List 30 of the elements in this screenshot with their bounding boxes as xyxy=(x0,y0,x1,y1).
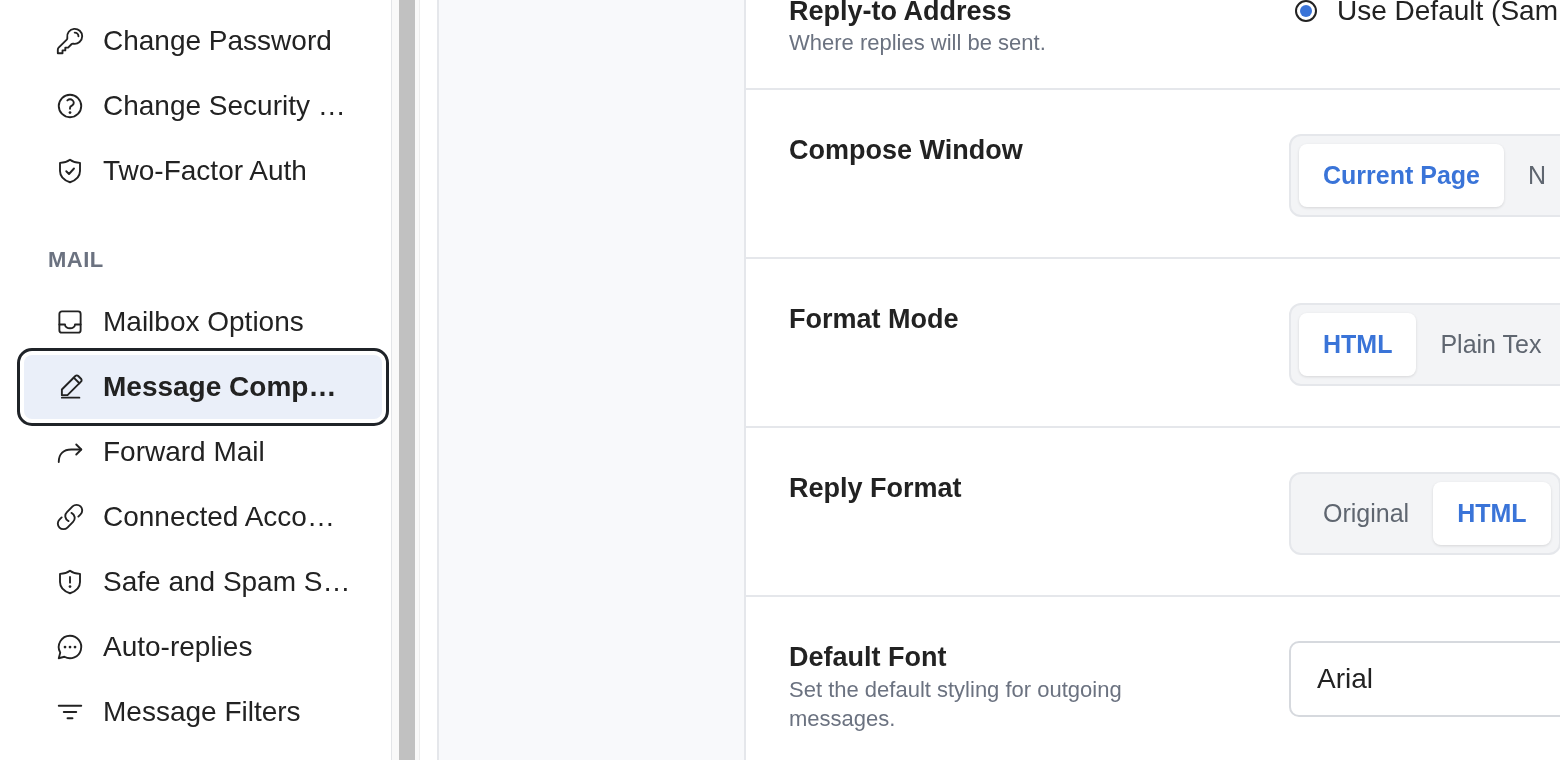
question-circle-icon xyxy=(55,91,85,121)
setting-title: Reply Format xyxy=(789,472,963,505)
segment-button[interactable]: N xyxy=(1504,144,1560,207)
key-icon xyxy=(55,26,85,56)
sidebar-item[interactable]: Mailbox Options xyxy=(24,290,382,354)
segment-button[interactable]: Current Page xyxy=(1299,144,1504,207)
sidebar-item[interactable]: Change Security … xyxy=(24,74,382,138)
section-heading: MAIL xyxy=(48,246,105,274)
setting-title: Default Font xyxy=(789,641,948,674)
scrollbar-thumb[interactable] xyxy=(399,0,415,760)
sidebar-item[interactable]: Safe and Spam S… xyxy=(24,550,382,614)
setting-description: Set the default styling for outgoing messages. xyxy=(789,676,1123,733)
sidebar-item[interactable]: Connected Acco… xyxy=(24,485,382,549)
sidebar-item[interactable]: Forward Mail xyxy=(24,420,382,484)
setting-title: Compose Window xyxy=(789,134,1024,167)
sidebar-item[interactable]: Change Password xyxy=(24,9,382,73)
segment-button[interactable]: Plain Tex xyxy=(1416,313,1560,376)
inbox-tray-icon xyxy=(55,307,85,337)
radio-button[interactable] xyxy=(1295,0,1317,22)
segment-button[interactable]: Original xyxy=(1299,482,1434,545)
sidebar-item[interactable]: Message Filters xyxy=(24,680,382,744)
setting-description: Where replies will be sent. xyxy=(789,29,1047,57)
segment-button[interactable]: HTML xyxy=(1433,482,1551,545)
segment-button[interactable]: HTML xyxy=(1299,313,1417,376)
chat-bubble-icon xyxy=(55,632,85,662)
sidebar-item[interactable]: Auto-replies xyxy=(24,615,382,679)
setting-title: Format Mode xyxy=(789,303,960,336)
font-select[interactable]: Arial xyxy=(1289,641,1560,717)
link-icon xyxy=(55,502,85,532)
sidebar-item[interactable]: Two-Factor Auth xyxy=(24,139,382,203)
